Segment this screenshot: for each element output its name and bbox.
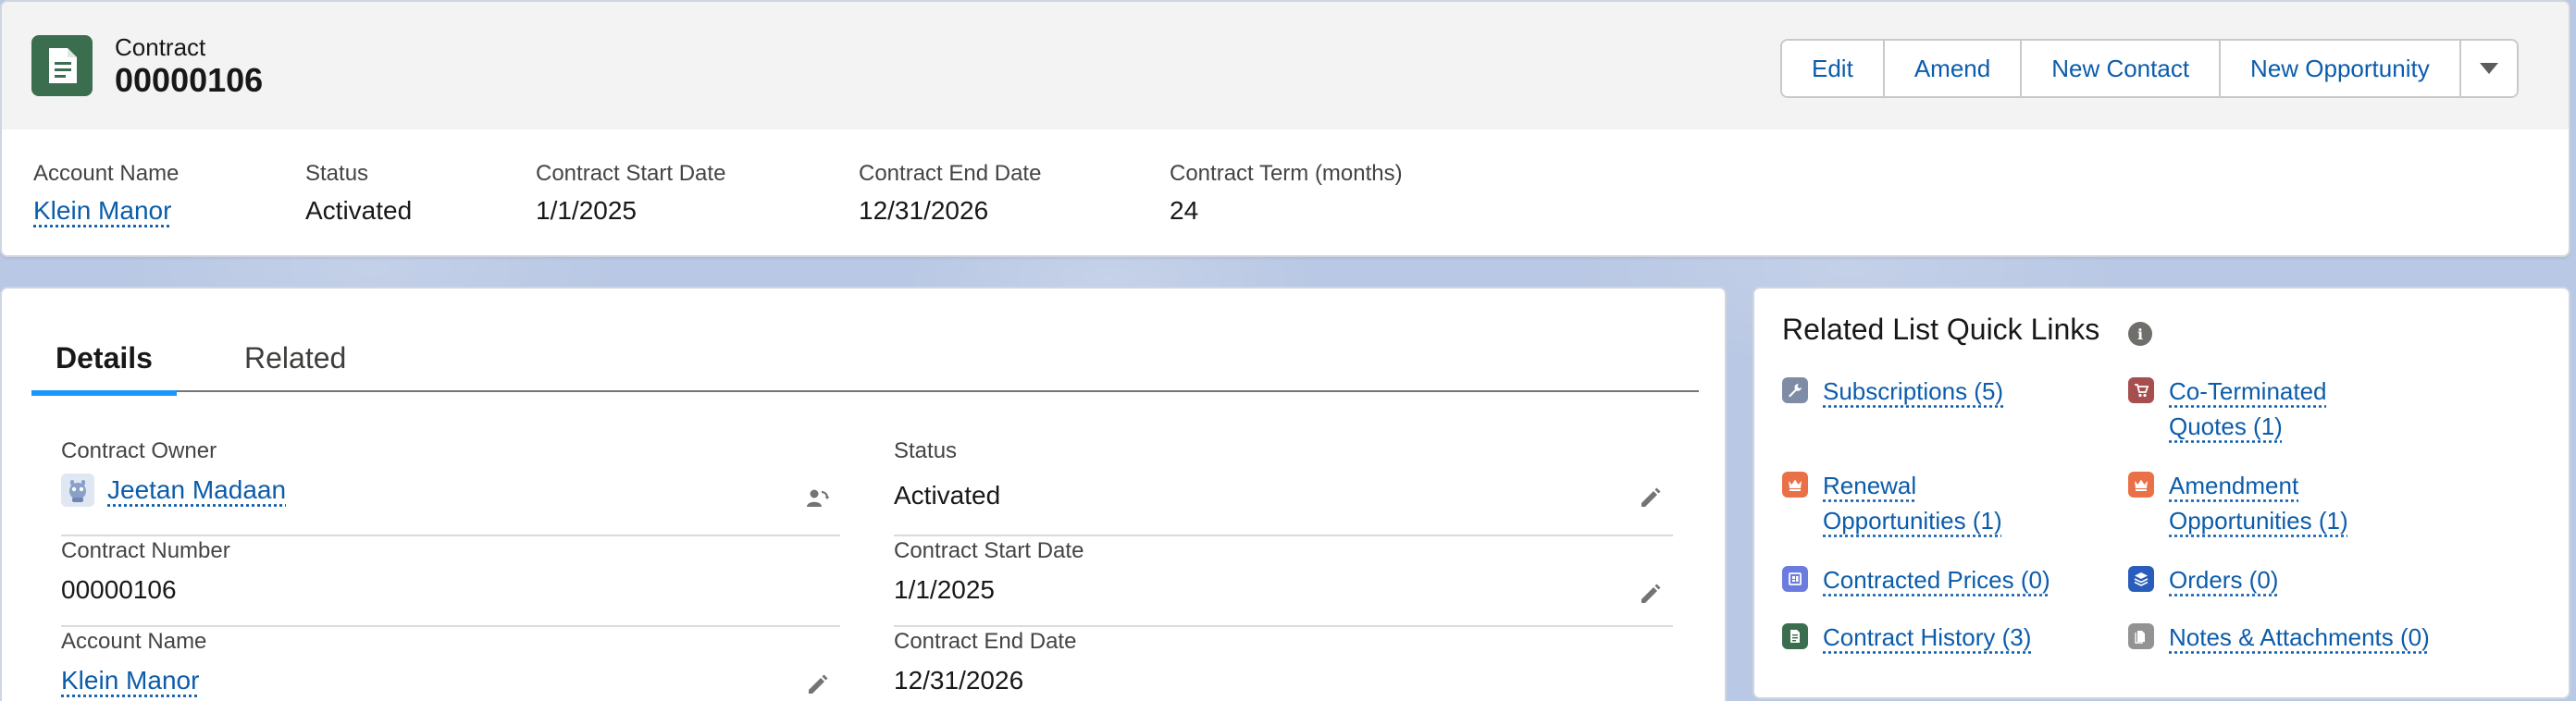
- details-panel: Details Related Contract Owner Jeetan Ma…: [0, 287, 1727, 701]
- field-contract-number: Contract Number 00000106: [61, 538, 840, 627]
- quick-link-text[interactable]: Notes & Attachments (0): [2169, 623, 2430, 651]
- quick-link-text[interactable]: Opportunities (1): [1823, 507, 2002, 535]
- field-label: Account Name: [61, 629, 840, 655]
- field-value: 24: [1170, 196, 1403, 226]
- field-contract-owner: Contract Owner Jeetan Madaan: [61, 438, 840, 536]
- record-tabs: Details Related: [31, 324, 1699, 392]
- record-type-label: Contract: [115, 33, 205, 62]
- record-highlights-panel: Contract 00000106 Edit Amend New Contact…: [0, 0, 2570, 257]
- field-value: Klein Manor: [61, 666, 840, 695]
- quick-link-co-terminated-quotes[interactable]: Co-Terminated Quotes (1): [2128, 374, 2327, 444]
- field-value: 12/31/2026: [859, 196, 1041, 226]
- field-label: Status: [894, 438, 1673, 464]
- quick-link-text[interactable]: Co-Terminated: [2169, 377, 2327, 405]
- edit-button[interactable]: Edit: [1782, 41, 1885, 96]
- contract-icon: [31, 35, 93, 96]
- highlight-status: Status Activated: [305, 161, 412, 226]
- field-label: Contract Number: [61, 538, 840, 564]
- field-end-date: Contract End Date 12/31/2026: [894, 629, 1673, 701]
- field-status: Status Activated: [894, 438, 1673, 536]
- contract-owner-link[interactable]: Jeetan Madaan: [107, 475, 286, 505]
- highlight-start-date: Contract Start Date 1/1/2025: [536, 161, 725, 226]
- field-value: Jeetan Madaan: [61, 473, 840, 507]
- field-value: Activated: [894, 481, 1673, 510]
- more-actions-button[interactable]: [2461, 41, 2517, 96]
- orders-icon: [2128, 566, 2154, 592]
- contract-icon: [1782, 623, 1808, 649]
- quick-link-amendment-opportunities[interactable]: Amendment Opportunities (1): [2128, 468, 2348, 538]
- field-label: Contract Owner: [61, 438, 840, 464]
- new-contact-button[interactable]: New Contact: [2022, 41, 2221, 96]
- field-value: 12/31/2026: [894, 666, 1673, 695]
- quick-link-contracted-prices[interactable]: Contracted Prices (0): [1782, 562, 2050, 597]
- field-label: Contract Start Date: [536, 161, 725, 187]
- account-name-link[interactable]: Klein Manor: [61, 666, 199, 695]
- pencil-icon[interactable]: [1636, 579, 1664, 607]
- highlights-fields: Account Name Klein Manor Status Activate…: [2, 129, 2569, 257]
- crown-icon: [2128, 472, 2154, 498]
- quick-link-text[interactable]: Opportunities (1): [2169, 507, 2348, 535]
- related-list-quick-links: Related List Quick Links i Subscriptions…: [1752, 287, 2570, 699]
- highlight-account-name: Account Name Klein Manor: [33, 161, 179, 226]
- quick-link-text[interactable]: Amendment: [2169, 472, 2298, 499]
- highlight-end-date: Contract End Date 12/31/2026: [859, 161, 1041, 226]
- highlight-term: Contract Term (months) 24: [1170, 161, 1403, 226]
- quick-link-text[interactable]: Subscriptions (5): [1823, 377, 2003, 405]
- field-label: Status: [305, 161, 412, 187]
- field-start-date: Contract Start Date 1/1/2025: [894, 538, 1673, 627]
- quick-links-title: Related List Quick Links: [1782, 313, 2099, 347]
- tab-related[interactable]: Related: [244, 324, 346, 392]
- quick-link-renewal-opportunities[interactable]: Renewal Opportunities (1): [1782, 468, 2002, 538]
- field-value: 00000106: [61, 575, 840, 605]
- quick-link-text[interactable]: Renewal: [1823, 472, 1916, 499]
- quick-link-orders[interactable]: Orders (0): [2128, 562, 2278, 597]
- cart-icon: [2128, 377, 2154, 403]
- quick-link-contract-history[interactable]: Contract History (3): [1782, 620, 2031, 655]
- file-icon: [2128, 623, 2154, 649]
- chevron-down-icon: [2480, 63, 2498, 74]
- field-value: 1/1/2025: [536, 196, 725, 226]
- field-label: Contract End Date: [894, 629, 1673, 655]
- field-value: Klein Manor: [33, 196, 179, 226]
- quick-link-text[interactable]: Orders (0): [2169, 566, 2278, 594]
- account-name-link[interactable]: Klein Manor: [33, 196, 171, 225]
- record-actions: Edit Amend New Contact New Opportunity: [1780, 39, 2519, 98]
- field-value: Activated: [305, 196, 412, 226]
- field-label: Contract End Date: [859, 161, 1041, 187]
- field-account-name: Account Name Klein Manor: [61, 629, 840, 701]
- record-title: 00000106: [115, 61, 263, 100]
- quick-link-subscriptions[interactable]: Subscriptions (5): [1782, 374, 2003, 409]
- new-opportunity-button[interactable]: New Opportunity: [2221, 41, 2461, 96]
- field-value: 1/1/2025: [894, 575, 1673, 605]
- pencil-icon[interactable]: [803, 670, 831, 697]
- quick-link-text[interactable]: Contract History (3): [1823, 623, 2031, 651]
- quick-link-text[interactable]: Quotes (1): [2169, 412, 2283, 440]
- price-book-icon: [1782, 566, 1808, 592]
- pencil-icon[interactable]: [1636, 483, 1664, 510]
- avatar: [61, 473, 94, 507]
- quick-link-text[interactable]: Contracted Prices (0): [1823, 566, 2050, 594]
- crown-icon: [1782, 472, 1808, 498]
- change-owner-icon[interactable]: [803, 485, 831, 512]
- field-label: Contract Start Date: [894, 538, 1673, 564]
- info-icon[interactable]: i: [2128, 322, 2152, 346]
- amend-button[interactable]: Amend: [1885, 41, 2022, 96]
- record-header: Contract 00000106 Edit Amend New Contact…: [2, 2, 2569, 129]
- tab-details[interactable]: Details: [31, 324, 177, 392]
- field-label: Contract Term (months): [1170, 161, 1403, 187]
- quick-link-notes-attachments[interactable]: Notes & Attachments (0): [2128, 620, 2430, 655]
- wrench-icon: [1782, 377, 1808, 403]
- field-label: Account Name: [33, 161, 179, 187]
